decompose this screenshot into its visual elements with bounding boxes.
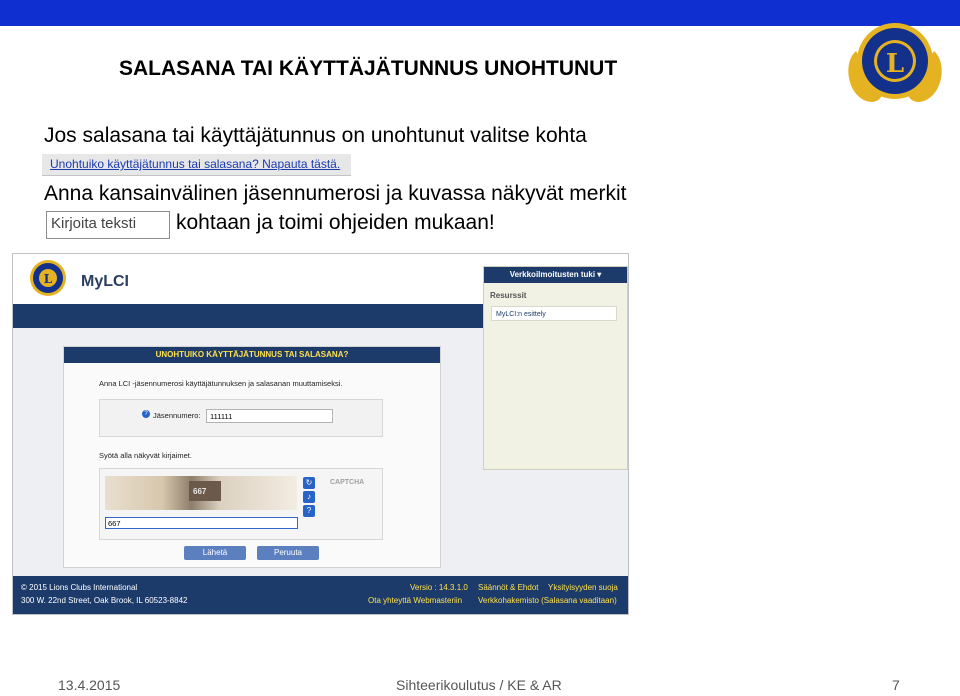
footer-date: 13.4.2015 <box>58 677 121 693</box>
captcha-input[interactable]: 667 <box>105 517 298 529</box>
member-number-input[interactable]: 111111 <box>206 409 333 423</box>
instruction-line-3: kohtaan ja toimi ohjeiden mukaan! <box>176 211 495 234</box>
captcha-box: 667 ↻ ♪ ? CAPTCHA 667 <box>99 468 383 540</box>
resources-heading: Resurssit <box>490 291 527 300</box>
footer-privacy-link[interactable]: Yksityisyyden suoja <box>548 583 618 592</box>
cancel-button[interactable]: Peruuta <box>257 546 319 560</box>
mylci-intro-link[interactable]: MyLCI:n esittely <box>491 306 617 321</box>
lions-logo-small: L <box>30 260 66 296</box>
refresh-icon[interactable]: ↻ <box>303 477 315 489</box>
footer-copyright: © 2015 Lions Clubs International <box>21 583 138 592</box>
captcha-image-text: 667 <box>193 487 207 496</box>
forgot-panel: UNOHTUIKO KÄYTTÄJÄTUNNUS TAI SALASANA? A… <box>63 346 441 568</box>
app-name: MyLCI <box>81 273 129 290</box>
type-text-placeholder: Kirjoita teksti <box>51 215 137 232</box>
submit-button[interactable]: Lähetä <box>184 546 246 560</box>
audio-icon[interactable]: ♪ <box>303 491 315 503</box>
member-label: Jäsennumero: <box>153 411 201 420</box>
support-sidebar: Verkkoilmoitusten tuki ▾ Resurssit MyLCI… <box>483 266 628 470</box>
footer-address: 300 W. 22nd Street, Oak Brook, IL 60523-… <box>21 596 188 605</box>
help-icon[interactable]: ? <box>142 410 150 418</box>
captcha-intro: Syötä alla näkyvät kirjaimet. <box>99 451 192 460</box>
instruction-line-1: Jos salasana tai käyttäjätunnus on unoht… <box>44 124 587 147</box>
member-box: ? Jäsennumero: 111111 <box>99 399 383 437</box>
top-accent-bar <box>0 0 960 26</box>
slide-title: SALASANA TAI KÄYTTÄJÄTUNNUS UNOHTUNUT <box>119 57 618 80</box>
footer-center: Sihteerikoulutus / KE & AR <box>396 677 562 693</box>
page-number: 7 <box>892 677 900 693</box>
footer-version: Versio : 14.3.1.0 <box>410 583 468 592</box>
svg-text:L: L <box>44 272 53 286</box>
help-icon[interactable]: ? <box>303 505 315 517</box>
footer-rules-link[interactable]: Säännöt & Ehdot <box>478 583 539 592</box>
forgot-link-snippet: Unohtuiko käyttäjätunnus tai salasana? N… <box>42 154 351 176</box>
captcha-image: 667 <box>105 476 297 510</box>
support-dropdown[interactable]: Verkkoilmoitusten tuki ▾ <box>484 267 627 283</box>
type-text-input-snippet: Kirjoita teksti <box>46 211 170 239</box>
footer-webmaster-link[interactable]: Ota yhteyttä Webmasteriin <box>368 596 462 605</box>
forgot-link-text[interactable]: Unohtuiko käyttäjätunnus tai salasana? N… <box>50 157 340 171</box>
mylci-screenshot: L MyLCI Verkkoilmoitusten tuki ▾ Resurss… <box>12 253 629 615</box>
panel-intro: Anna LCI -jäsennumerosi käyttäjätunnukse… <box>99 379 343 388</box>
lions-logo: L <box>848 23 942 102</box>
instruction-line-2: Anna kansainvälinen jäsennumerosi ja kuv… <box>44 182 627 205</box>
panel-title: UNOHTUIKO KÄYTTÄJÄTUNNUS TAI SALASANA? <box>64 347 440 363</box>
footer-support-link[interactable]: Verkkohakemisto (Salasana vaaditaan) <box>478 596 617 605</box>
captcha-brand: CAPTCHA <box>330 479 365 486</box>
mylci-footer: © 2015 Lions Clubs International 300 W. … <box>13 576 628 614</box>
svg-text:L: L <box>886 49 904 79</box>
